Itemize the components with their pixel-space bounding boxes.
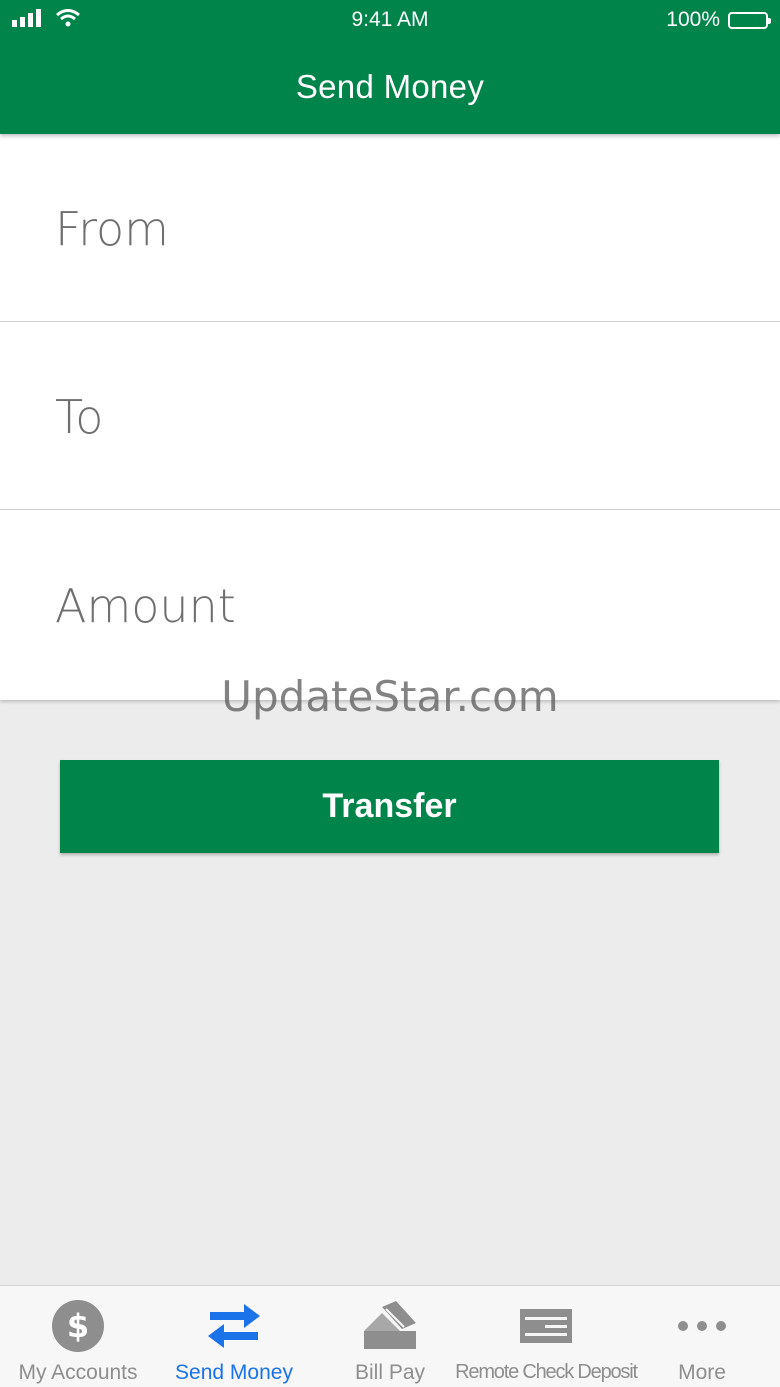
transfer-arrows-icon bbox=[206, 1298, 262, 1354]
tab-label: Bill Pay bbox=[354, 1361, 426, 1384]
more-dots-icon bbox=[674, 1298, 730, 1354]
tab-label: Send Money bbox=[175, 1361, 293, 1384]
tab-send-money[interactable]: Send Money bbox=[156, 1286, 312, 1387]
app-header: 9:41 AM 100% Send Money bbox=[0, 0, 780, 134]
battery-icon bbox=[728, 11, 771, 29]
status-right: 100% bbox=[666, 8, 771, 32]
status-time: 9:41 AM bbox=[351, 8, 429, 31]
transfer-button[interactable]: Transfer bbox=[60, 760, 719, 853]
dollar-icon: $ bbox=[50, 1298, 106, 1354]
page-title: Send Money bbox=[295, 68, 485, 105]
tab-bar: $ My Accounts Send Money Bill Pay Remote… bbox=[0, 1285, 780, 1387]
bill-pay-icon bbox=[362, 1298, 418, 1354]
to-label: To bbox=[55, 389, 104, 444]
tab-label: Remote Check Deposit bbox=[455, 1361, 638, 1383]
to-field[interactable]: To bbox=[0, 322, 780, 510]
tab-bill-pay[interactable]: Bill Pay bbox=[312, 1286, 468, 1387]
watermark: UpdateStar.com bbox=[221, 672, 559, 721]
send-money-screen: 9:41 AM 100% Send Money From To Amount U… bbox=[0, 0, 780, 1387]
tab-remote-check-deposit[interactable]: Remote Check Deposit bbox=[455, 1286, 638, 1387]
tab-label: More bbox=[678, 1361, 726, 1384]
battery-percent: 100% bbox=[666, 8, 720, 31]
tab-my-accounts[interactable]: $ My Accounts bbox=[0, 1286, 156, 1387]
from-field[interactable]: From bbox=[0, 134, 780, 322]
check-deposit-icon bbox=[518, 1298, 574, 1354]
tab-more[interactable]: More bbox=[624, 1286, 780, 1387]
from-label: From bbox=[55, 201, 169, 256]
tab-label: My Accounts bbox=[18, 1361, 138, 1384]
amount-label: Amount bbox=[55, 579, 236, 633]
status-bar: 9:41 AM 100% bbox=[0, 0, 780, 40]
svg-text:$: $ bbox=[67, 1307, 89, 1345]
transfer-form: From To Amount bbox=[0, 134, 780, 700]
